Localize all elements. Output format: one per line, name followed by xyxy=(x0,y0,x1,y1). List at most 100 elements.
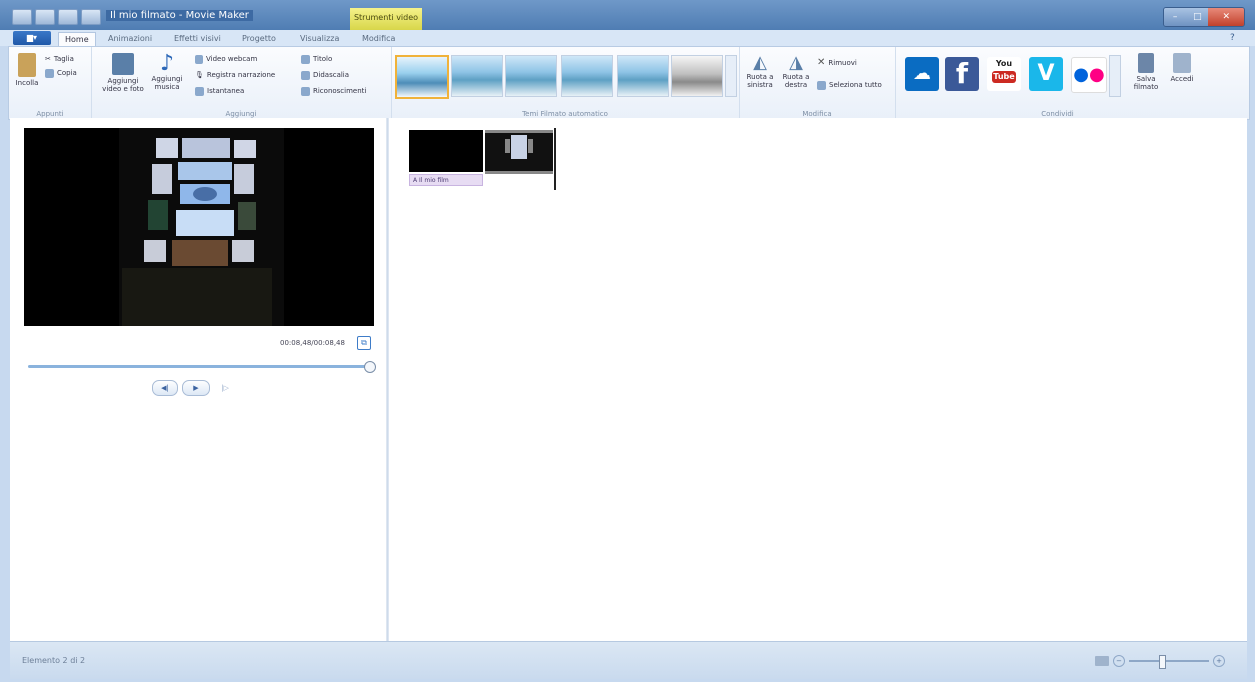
minimize-button[interactable]: – xyxy=(1164,8,1187,26)
paste-button[interactable]: Incolla xyxy=(15,53,39,87)
theme-thumbnail[interactable] xyxy=(451,55,503,97)
rotate-left-icon: ◭ xyxy=(753,52,767,73)
maximize-button[interactable]: □ xyxy=(1186,8,1209,26)
narration-label: Registra narrazione xyxy=(206,71,276,79)
rotate-right-button[interactable]: ◮ Ruota a destra xyxy=(779,52,813,90)
group-label-appunti: Appunti xyxy=(36,110,64,118)
tab-modifica[interactable]: Modifica xyxy=(356,32,401,46)
tab-animazioni[interactable]: Animazioni xyxy=(102,32,158,46)
app-icon[interactable] xyxy=(12,9,32,25)
tab-visualizza[interactable]: Visualizza xyxy=(294,32,345,46)
clip-title-label[interactable]: A Il mio film xyxy=(409,174,483,186)
storyboard-pane[interactable]: A Il mio film xyxy=(389,118,1247,641)
paste-label: Incolla xyxy=(15,79,39,87)
caption-label: Didascalia xyxy=(313,71,350,79)
theme-thumbnail[interactable] xyxy=(671,55,723,97)
record-narration-button[interactable]: 🎙 Registra narrazione xyxy=(195,69,275,81)
theme-thumbnail[interactable] xyxy=(561,55,613,97)
copy-label: Copia xyxy=(57,69,77,77)
sign-in-button[interactable]: Accedi xyxy=(1167,53,1197,83)
play-button[interactable]: ▶ xyxy=(182,380,210,396)
copy-icon xyxy=(45,68,54,78)
zoom-out-button[interactable]: − xyxy=(1113,655,1125,667)
vimeo-icon[interactable]: V xyxy=(1029,57,1063,91)
cut-button[interactable]: ✂ Taglia xyxy=(45,53,74,65)
remove-button[interactable]: ✕ Rimuovi xyxy=(817,57,857,69)
webcam-icon xyxy=(195,54,203,64)
copy-button[interactable]: Copia xyxy=(45,67,77,79)
theme-thumbnail[interactable] xyxy=(505,55,557,97)
title-icon xyxy=(301,54,310,64)
seek-bar[interactable] xyxy=(28,365,370,368)
tab-progetto[interactable]: Progetto xyxy=(236,32,282,46)
file-menu-button[interactable]: ▆▾ xyxy=(13,31,51,45)
flickr-icon[interactable]: ●● xyxy=(1071,57,1107,93)
onedrive-icon[interactable]: ☁ xyxy=(905,57,939,91)
webcam-label: Video webcam xyxy=(206,55,258,63)
quick-access-toolbar xyxy=(12,9,101,25)
group-temi: Temi Filmato automatico xyxy=(391,47,740,119)
clipboard-icon xyxy=(18,53,36,77)
playback-cursor[interactable] xyxy=(554,128,556,190)
select-all-label: Seleziona tutto xyxy=(829,81,882,89)
gallery-scroll[interactable] xyxy=(725,55,737,97)
scissors-icon: ✂ xyxy=(45,55,51,63)
save-movie-button[interactable]: Salva filmato xyxy=(1131,53,1161,91)
undo-icon[interactable] xyxy=(58,9,78,25)
zoom-in-button[interactable]: + xyxy=(1213,655,1225,667)
tab-home[interactable]: Home xyxy=(58,32,96,47)
preview-frame xyxy=(24,128,374,326)
video-photo-icon xyxy=(112,53,134,75)
group-label-temi: Temi Filmato automatico xyxy=(522,110,608,118)
seek-thumb[interactable] xyxy=(364,361,376,373)
zoom-slider-thumb[interactable] xyxy=(1159,655,1166,669)
snapshot-icon xyxy=(195,86,204,96)
clip-title-text: Il mio film xyxy=(419,177,449,184)
help-icon[interactable]: ? xyxy=(1230,33,1235,43)
group-label-condividi: Condividi xyxy=(1041,110,1074,118)
snapshot-button[interactable]: Istantanea xyxy=(195,85,244,97)
next-frame-button[interactable]: |▷ xyxy=(214,380,236,396)
theme-thumbnail[interactable] xyxy=(617,55,669,97)
zoom-slider[interactable] xyxy=(1129,655,1209,669)
zoom-control: − + xyxy=(1095,655,1225,669)
credits-icon xyxy=(301,86,310,96)
preview-pane: 00:08,48/00:08,48 ⧉ ◀| ▶ |▷ xyxy=(10,118,386,641)
title-button[interactable]: Titolo xyxy=(301,53,332,65)
facebook-icon[interactable]: f xyxy=(945,57,979,91)
title-bar: Il mio filmato - Movie Maker Strumenti v… xyxy=(0,0,1255,30)
select-all-button[interactable]: Seleziona tutto xyxy=(817,79,882,91)
timecode: 00:08,48/00:08,48 xyxy=(280,339,345,347)
title-icon-small: A xyxy=(413,177,418,184)
ribbon-tabs: ▆▾ Home Animazioni Effetti visivi Proget… xyxy=(0,30,1255,47)
split-icon[interactable]: ⧉ xyxy=(357,336,371,350)
context-tab-video-tools: Strumenti video xyxy=(350,8,422,30)
add-video-photo-button[interactable]: Aggiungi video e foto xyxy=(101,53,145,93)
add-music-button[interactable]: ♪ Aggiungi musica xyxy=(149,51,185,92)
title-clip-thumbnail[interactable] xyxy=(409,130,483,172)
window-title: Il mio filmato - Movie Maker xyxy=(106,10,253,21)
webcam-video-button[interactable]: Video webcam xyxy=(195,53,257,65)
remove-x-icon: ✕ xyxy=(817,57,826,68)
thumbnail-size-icon[interactable] xyxy=(1095,656,1109,666)
group-condividi: ☁ f You Tube V ●● Salva filmato Accedi C… xyxy=(895,47,1220,119)
add-music-label: Aggiungi musica xyxy=(151,75,183,91)
theme-thumbnail[interactable] xyxy=(395,55,449,99)
music-note-icon: ♪ xyxy=(159,51,175,76)
window-controls: – □ ✕ xyxy=(1163,7,1245,27)
video-preview[interactable] xyxy=(24,128,374,326)
redo-icon[interactable] xyxy=(81,9,101,25)
youtube-icon[interactable]: You Tube xyxy=(987,57,1021,91)
caption-button[interactable]: Didascalia xyxy=(301,69,349,81)
save-icon[interactable] xyxy=(35,9,55,25)
credits-button[interactable]: Riconoscimenti xyxy=(301,85,366,97)
tab-effetti-visivi[interactable]: Effetti visivi xyxy=(168,32,227,46)
share-gallery-scroll[interactable] xyxy=(1109,55,1121,97)
group-modifica: ◭ Ruota a sinistra ◮ Ruota a destra ✕ Rim… xyxy=(739,47,896,119)
previous-frame-button[interactable]: ◀| xyxy=(152,380,178,396)
rotate-left-button[interactable]: ◭ Ruota a sinistra xyxy=(743,52,777,90)
save-movie-icon xyxy=(1138,53,1154,73)
close-button[interactable]: ✕ xyxy=(1208,8,1244,26)
video-clip-thumbnail[interactable] xyxy=(485,130,553,174)
rotate-right-icon: ◮ xyxy=(789,52,803,73)
